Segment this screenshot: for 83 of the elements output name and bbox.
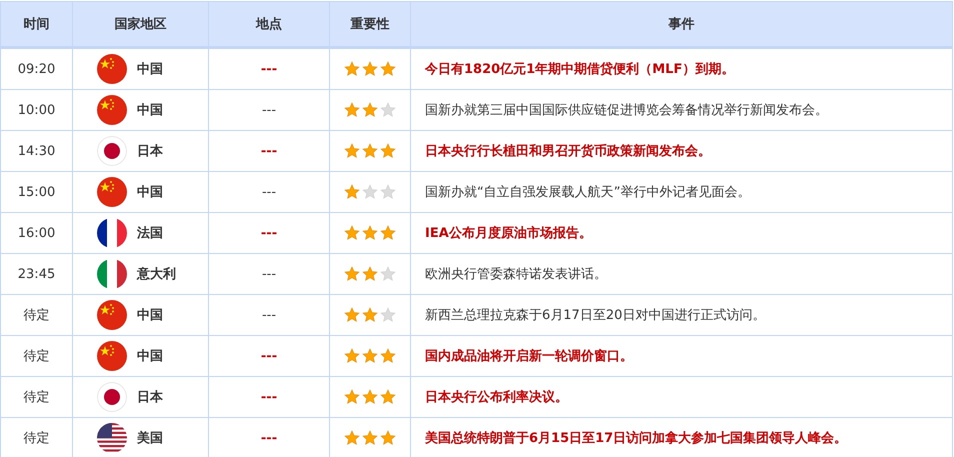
star-icon (344, 143, 360, 159)
flag-icon (97, 54, 127, 84)
country-name: 日本 (137, 389, 163, 406)
event-cell: 国新办就第三届中国国际供应链促进博览会筹备情况举行新闻发布会。 (410, 90, 952, 130)
flag-icon (97, 382, 127, 412)
flag-icon (97, 341, 127, 371)
column-header: 时间 (0, 2, 72, 48)
event-cell: 日本央行行长植田和男召开货币政策新闻发布会。 (410, 130, 952, 172)
star-icon (380, 61, 396, 77)
star-icon (362, 143, 378, 159)
place-cell: --- (208, 376, 330, 418)
column-header: 国家地区 (72, 2, 208, 48)
country-name: 中国 (137, 61, 163, 78)
time-cell: 14:30 (0, 130, 72, 172)
star-icon (380, 389, 396, 405)
place-cell: --- (208, 90, 330, 130)
star-icon (380, 102, 396, 118)
country-name: 美国 (137, 430, 163, 447)
place-cell: --- (208, 48, 330, 90)
event-cell: 今日有1820亿元1年期中期借贷便利（MLF）到期。 (410, 48, 952, 90)
event-cell: 欧洲央行管委森特诺发表讲话。 (410, 254, 952, 294)
star-icon (344, 430, 360, 446)
star-icon (380, 225, 396, 241)
flag-icon (97, 300, 127, 330)
country-name: 中国 (137, 307, 163, 324)
time-cell: 10:00 (0, 90, 72, 130)
time-cell: 待定 (0, 418, 72, 457)
country-name: 日本 (137, 143, 163, 160)
star-icon (380, 348, 396, 364)
time-cell: 16:00 (0, 212, 72, 254)
time-cell: 待定 (0, 336, 72, 376)
place-cell: --- (208, 336, 330, 376)
flag-icon (97, 95, 127, 125)
star-icon (362, 266, 378, 282)
event-cell: 国内成品油将开启新一轮调价窗口。 (410, 336, 952, 376)
event-cell: 日本央行公布利率决议。 (410, 376, 952, 418)
flag-icon (97, 136, 127, 166)
flag-icon (97, 259, 127, 289)
event-cell: 国新办就“自立自强发展载人航天”举行中外记者见面会。 (410, 172, 952, 212)
country-name: 中国 (137, 102, 163, 119)
star-icon (344, 225, 360, 241)
time-cell: 待定 (0, 294, 72, 336)
star-icon (344, 307, 360, 323)
star-icon (362, 348, 378, 364)
country-name: 中国 (137, 184, 163, 201)
column-header: 地点 (208, 2, 330, 48)
time-cell: 23:45 (0, 254, 72, 294)
star-icon (380, 266, 396, 282)
place-cell: --- (208, 212, 330, 254)
country-name: 中国 (137, 348, 163, 365)
star-icon (362, 61, 378, 77)
star-icon (362, 389, 378, 405)
flag-icon (97, 423, 127, 453)
flag-icon (97, 218, 127, 248)
column-header: 重要性 (330, 2, 410, 48)
event-cell: 新西兰总理拉克森于6月17日至20日对中国进行正式访问。 (410, 294, 952, 336)
star-icon (344, 102, 360, 118)
star-icon (362, 225, 378, 241)
star-icon (380, 430, 396, 446)
place-cell: --- (208, 172, 330, 212)
star-icon (380, 143, 396, 159)
star-icon (344, 389, 360, 405)
star-icon (344, 61, 360, 77)
place-cell: --- (208, 130, 330, 172)
star-icon (380, 184, 396, 200)
star-icon (362, 102, 378, 118)
column-header: 事件 (410, 2, 952, 48)
star-icon (362, 184, 378, 200)
flag-icon (97, 177, 127, 207)
star-icon (380, 307, 396, 323)
star-icon (362, 307, 378, 323)
event-cell: IEA公布月度原油市场报告。 (410, 212, 952, 254)
star-icon (344, 184, 360, 200)
country-name: 法国 (137, 225, 163, 242)
time-cell: 15:00 (0, 172, 72, 212)
place-cell: --- (208, 254, 330, 294)
time-cell: 09:20 (0, 48, 72, 90)
place-cell: --- (208, 294, 330, 336)
star-icon (344, 348, 360, 364)
star-icon (344, 266, 360, 282)
country-name: 意大利 (137, 266, 176, 283)
time-cell: 待定 (0, 376, 72, 418)
star-icon (362, 430, 378, 446)
